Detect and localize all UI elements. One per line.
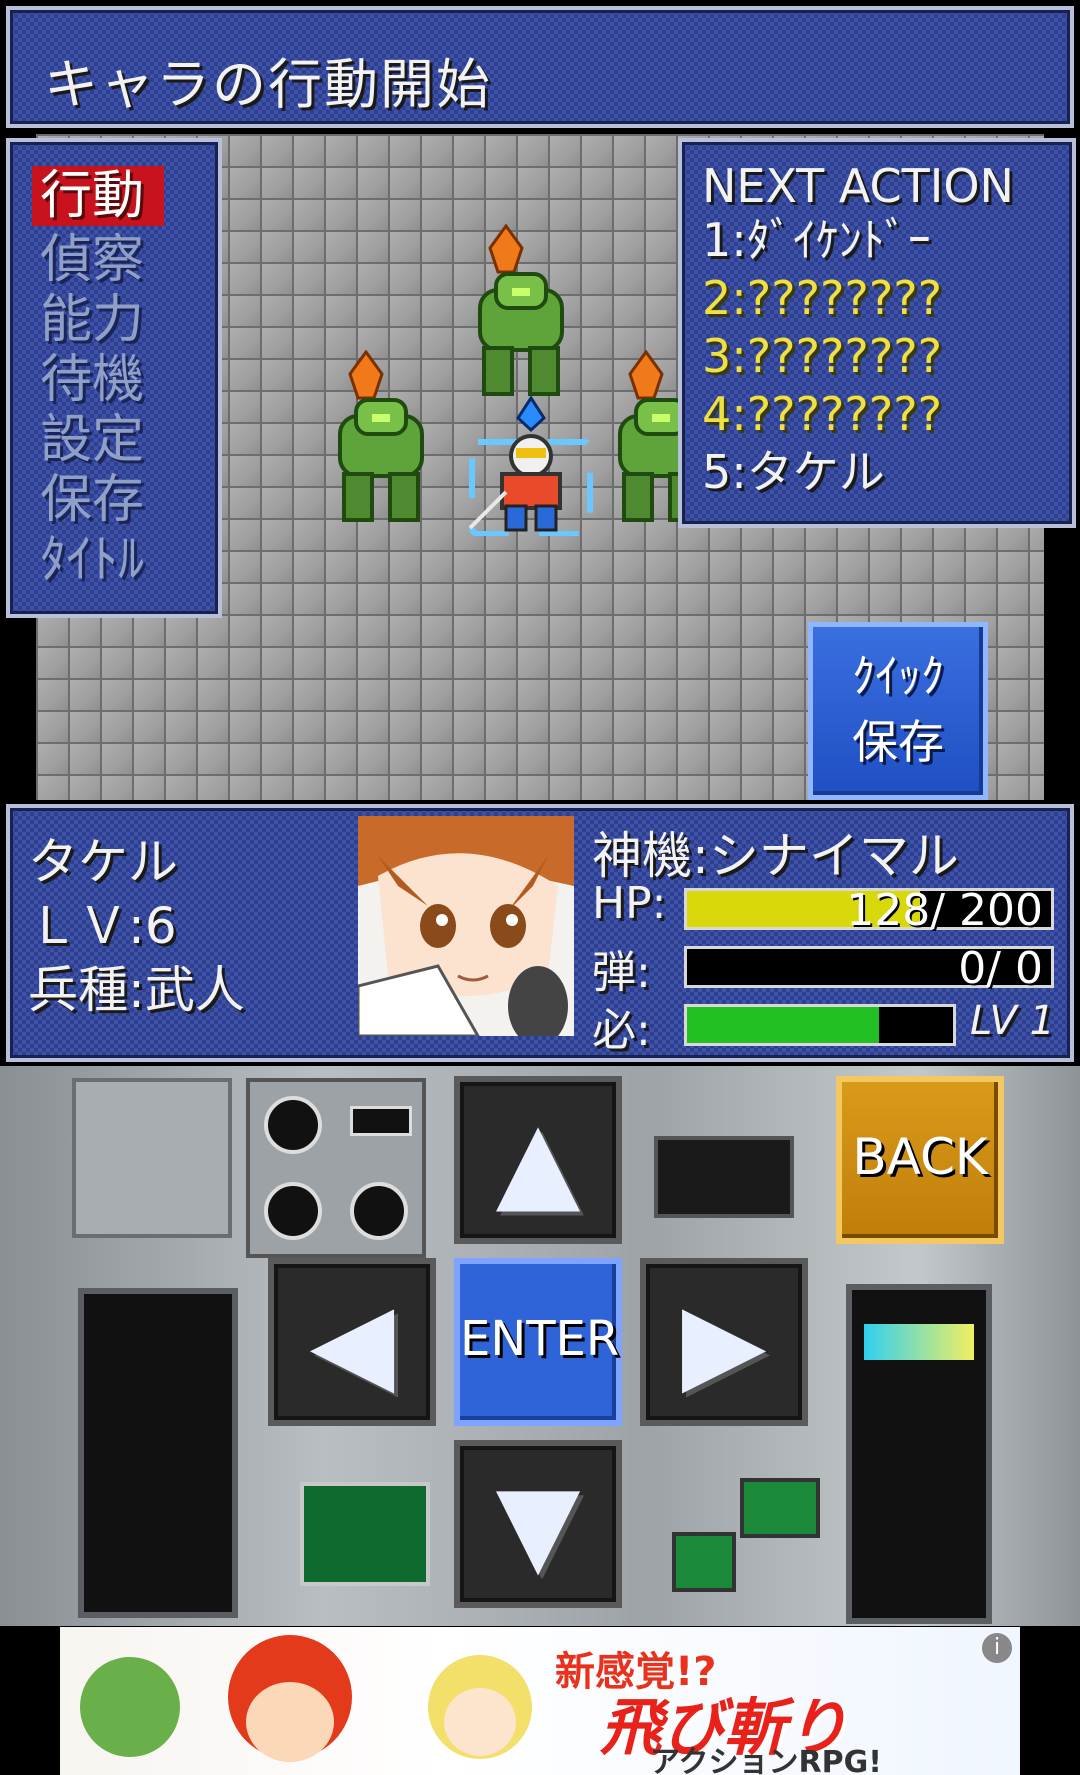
back-button[interactable]: BACK: [836, 1076, 1004, 1244]
chip-panel: [740, 1478, 820, 1538]
next-action-header: NEXT ACTION: [702, 159, 1014, 213]
ammo-value: 0/ 0: [958, 943, 1043, 994]
gauge-panel-right: [846, 1284, 992, 1624]
next-action-entry: 1:ﾀﾞｲｹﾝﾄﾞｰ: [702, 213, 931, 267]
character-portrait: [358, 816, 574, 1036]
next-action-entry: 3:????????: [702, 329, 943, 383]
menu-item-ability[interactable]: 能力: [40, 290, 144, 350]
next-action-entry: 4:????????: [702, 387, 943, 441]
next-action-entry: 5:タケル: [702, 445, 885, 499]
arrow-right-icon: ▶: [681, 1278, 767, 1406]
gauge-panel-left: [78, 1288, 238, 1618]
menu-item-wait[interactable]: 待機: [40, 350, 144, 410]
character-class: 兵種:武人: [28, 961, 245, 1019]
enemy-unit-left[interactable]: [326, 350, 436, 530]
ad-info-icon[interactable]: i: [982, 1633, 1012, 1663]
dpad-down-button[interactable]: ▼: [454, 1440, 622, 1608]
special-level: LV 1: [970, 998, 1055, 1044]
ammo-bar: 0/ 0: [684, 943, 1054, 994]
display-panel: [654, 1136, 794, 1218]
special-label: 必:: [592, 1005, 651, 1056]
ammo-label: 弾:: [592, 947, 651, 998]
controller-panel: ▲ ◀ ENTER ▶ ▼ BACK: [0, 1066, 1080, 1626]
arrow-up-icon: ▲: [495, 1096, 581, 1224]
quick-save-label-2: 保存: [852, 715, 944, 769]
next-action-entry: 2:????????: [702, 271, 943, 325]
menu-item-scout[interactable]: 偵察: [40, 230, 144, 290]
quick-save-button[interactable]: ｸｲｯｸ 保存: [808, 622, 988, 800]
hp-bar: 128/ 200: [684, 885, 1054, 936]
ad-subtitle: アクションRPG!: [650, 1745, 882, 1775]
dial-cluster: [246, 1078, 426, 1258]
character-level: ＬＶ:6: [28, 897, 177, 955]
arrow-down-icon: ▼: [495, 1460, 581, 1588]
arrow-left-icon: ◀: [309, 1278, 395, 1406]
menu-item-save[interactable]: 保存: [40, 470, 144, 530]
command-menu: 行動 偵察 能力 待機 設定 保存 ﾀｲﾄﾙ: [6, 138, 222, 618]
dpad-up-button[interactable]: ▲: [454, 1076, 622, 1244]
radar-screen: [300, 1482, 430, 1586]
character-name: タケル: [28, 833, 178, 891]
ad-banner[interactable]: 新感覚!? 飛び斬り アクションRPG! i: [60, 1627, 1020, 1775]
dpad-left-button[interactable]: ◀: [268, 1258, 436, 1426]
menu-item-settings[interactable]: 設定: [40, 410, 144, 470]
enemy-unit-top[interactable]: [466, 224, 576, 404]
hp-value: 128/ 200: [846, 885, 1043, 936]
blank-panel: [72, 1078, 232, 1238]
next-action-panel: NEXT ACTION 1:ﾀﾞｲｹﾝﾄﾞｰ 2:???????? 3:????…: [678, 138, 1076, 528]
chip-panel: [672, 1532, 736, 1592]
page-title: キャラの行動開始: [44, 53, 492, 116]
special-bar-fill: [687, 1007, 879, 1043]
dpad-right-button[interactable]: ▶: [640, 1258, 808, 1426]
ad-characters-image: [80, 1635, 532, 1762]
player-unit-shinaimaru[interactable]: [466, 396, 596, 536]
enter-button[interactable]: ENTER: [454, 1258, 622, 1426]
hp-label: HP:: [592, 878, 667, 929]
title-bar: キャラの行動開始: [6, 6, 1074, 128]
quick-save-label-1: ｸｲｯｸ: [852, 649, 944, 703]
menu-item-title[interactable]: ﾀｲﾄﾙ: [40, 530, 144, 590]
menu-item-action[interactable]: 行動: [32, 166, 165, 226]
special-bar: [684, 1004, 956, 1046]
